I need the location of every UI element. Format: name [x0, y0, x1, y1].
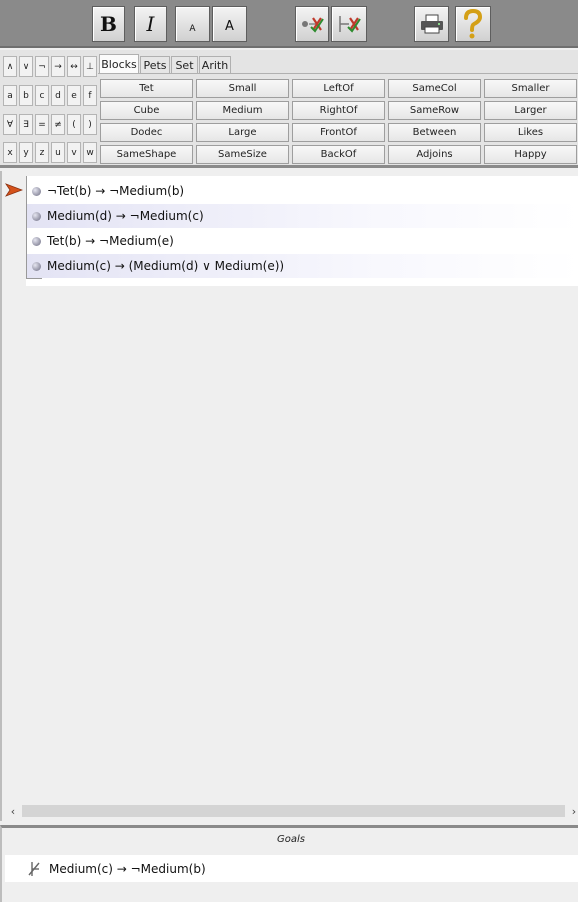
predicate-medium[interactable]: Medium	[196, 101, 289, 120]
symbol-equals[interactable]: =	[35, 114, 49, 135]
premise-bullet-icon	[32, 211, 41, 221]
premise-text: Medium(d) → ¬Medium(c)	[47, 209, 204, 223]
symbol-z[interactable]: z	[35, 142, 49, 163]
symbol-not-equal[interactable]: ≠	[51, 114, 65, 135]
symbol-forall[interactable]: ∀	[3, 114, 17, 135]
premise-text: Tet(b) → ¬Medium(e)	[47, 234, 174, 248]
toolbar: B I A A	[0, 0, 578, 48]
premise-row[interactable]: Medium(d) → ¬Medium(c)	[26, 204, 578, 228]
predicate-dodec[interactable]: Dodec	[100, 123, 193, 142]
scroll-right-icon[interactable]: ›	[567, 803, 578, 819]
predicate-likes[interactable]: Likes	[484, 123, 577, 142]
symbol-palette: ∧ ∨ ¬ → ↔ ⊥ a b c d e f ∀ ∃ = ≠ ( ) x y …	[0, 50, 578, 168]
symbol-rparen[interactable]: )	[83, 114, 97, 135]
symbol-lparen[interactable]: (	[67, 114, 81, 135]
predicate-leftof[interactable]: LeftOf	[292, 79, 385, 98]
scroll-left-icon[interactable]: ‹	[6, 803, 20, 819]
predicate-small[interactable]: Small	[196, 79, 289, 98]
print-icon	[420, 14, 443, 34]
add-goal-button[interactable]	[331, 6, 367, 42]
predicate-backof[interactable]: BackOf	[292, 145, 385, 164]
predicate-between[interactable]: Between	[388, 123, 481, 142]
goals-title: Goals	[277, 834, 305, 845]
predicate-sameshape[interactable]: SameShape	[100, 145, 193, 164]
help-icon	[464, 9, 483, 39]
add-goal-icon	[339, 16, 361, 33]
predicate-samerow[interactable]: SameRow	[388, 101, 481, 120]
proof-area[interactable]: ¬Tet(b) → ¬Medium(b) Medium(d) → ¬Medium…	[0, 171, 578, 821]
symbol-iff[interactable]: ↔	[67, 56, 81, 77]
predicate-happy[interactable]: Happy	[484, 145, 577, 164]
goal-text: Medium(c) → ¬Medium(b)	[49, 861, 206, 876]
predicate-larger[interactable]: Larger	[484, 101, 577, 120]
symbol-a[interactable]: a	[3, 85, 17, 106]
predicate-frontof[interactable]: FrontOf	[292, 123, 385, 142]
horizontal-scrollbar[interactable]: ‹ ›	[4, 803, 578, 820]
symbol-c[interactable]: c	[35, 85, 49, 106]
premise-row[interactable]: ¬Tet(b) → ¬Medium(b)	[26, 179, 578, 203]
premise-row[interactable]: Tet(b) → ¬Medium(e)	[26, 229, 578, 253]
symbol-exists[interactable]: ∃	[19, 114, 33, 135]
symbol-w[interactable]: w	[83, 142, 97, 163]
symbol-f[interactable]: f	[83, 85, 97, 106]
verify-proof-icon	[302, 17, 324, 33]
goals-panel: Goals Medium(c) → ¬Medium(b)	[0, 825, 578, 902]
premise-bullet-icon	[32, 236, 41, 246]
tab-set[interactable]: Set	[171, 56, 198, 73]
predicate-cube[interactable]: Cube	[100, 101, 193, 120]
premise-list: ¬Tet(b) → ¬Medium(b) Medium(d) → ¬Medium…	[26, 176, 578, 286]
symbol-bottom[interactable]: ⊥	[83, 56, 97, 77]
premise-text: ¬Tet(b) → ¬Medium(b)	[47, 184, 185, 198]
fitch-window: B I A A ∧ ∨ ¬ → ↔ ⊥ a b c d e f ∀ ∃ = ≠ …	[0, 0, 578, 902]
premise-bullet-icon	[32, 186, 41, 196]
tab-blocks[interactable]: Blocks	[99, 54, 139, 73]
tab-pets[interactable]: Pets	[140, 56, 170, 73]
current-step-arrow-icon	[5, 183, 23, 197]
symbol-and[interactable]: ∧	[3, 56, 17, 77]
premise-text: Medium(c) → (Medium(d) ∨ Medium(e))	[47, 259, 285, 273]
tab-arith[interactable]: Arith	[199, 56, 231, 73]
symbol-not[interactable]: ¬	[35, 56, 49, 77]
italic-button[interactable]: I	[134, 6, 167, 42]
symbol-x[interactable]: x	[3, 142, 17, 163]
predicate-tet[interactable]: Tet	[100, 79, 193, 98]
symbol-v[interactable]: v	[67, 142, 81, 163]
fitch-bar	[26, 176, 27, 278]
predicate-rightof[interactable]: RightOf	[292, 101, 385, 120]
verify-proof-button[interactable]	[295, 6, 329, 42]
print-button[interactable]	[414, 6, 449, 42]
symbol-d[interactable]: d	[51, 85, 65, 106]
symbol-b[interactable]: b	[19, 85, 33, 106]
help-button[interactable]	[455, 6, 491, 42]
goal-row[interactable]: Medium(c) → ¬Medium(b)	[5, 855, 578, 882]
premise-row[interactable]: Medium(c) → (Medium(d) ∨ Medium(e))	[26, 254, 578, 278]
symbol-u[interactable]: u	[51, 142, 65, 163]
predicate-smaller[interactable]: Smaller	[484, 79, 577, 98]
predicate-adjoins[interactable]: Adjoins	[388, 145, 481, 164]
premise-bullet-icon	[32, 261, 41, 271]
predicate-samecol[interactable]: SameCol	[388, 79, 481, 98]
decrease-font-button[interactable]: A	[175, 6, 210, 42]
symbol-implies[interactable]: →	[51, 56, 65, 77]
predicate-samesize[interactable]: SameSize	[196, 145, 289, 164]
scrollbar-thumb[interactable]	[22, 805, 565, 817]
tab-panel-border	[98, 73, 578, 74]
symbol-or[interactable]: ∨	[19, 56, 33, 77]
premise-divider	[26, 278, 42, 279]
symbol-y[interactable]: y	[19, 142, 33, 163]
bold-button[interactable]: B	[92, 6, 125, 42]
predicate-large[interactable]: Large	[196, 123, 289, 142]
increase-font-button[interactable]: A	[212, 6, 247, 42]
symbol-e[interactable]: e	[67, 85, 81, 106]
goal-status-icon	[28, 861, 40, 876]
